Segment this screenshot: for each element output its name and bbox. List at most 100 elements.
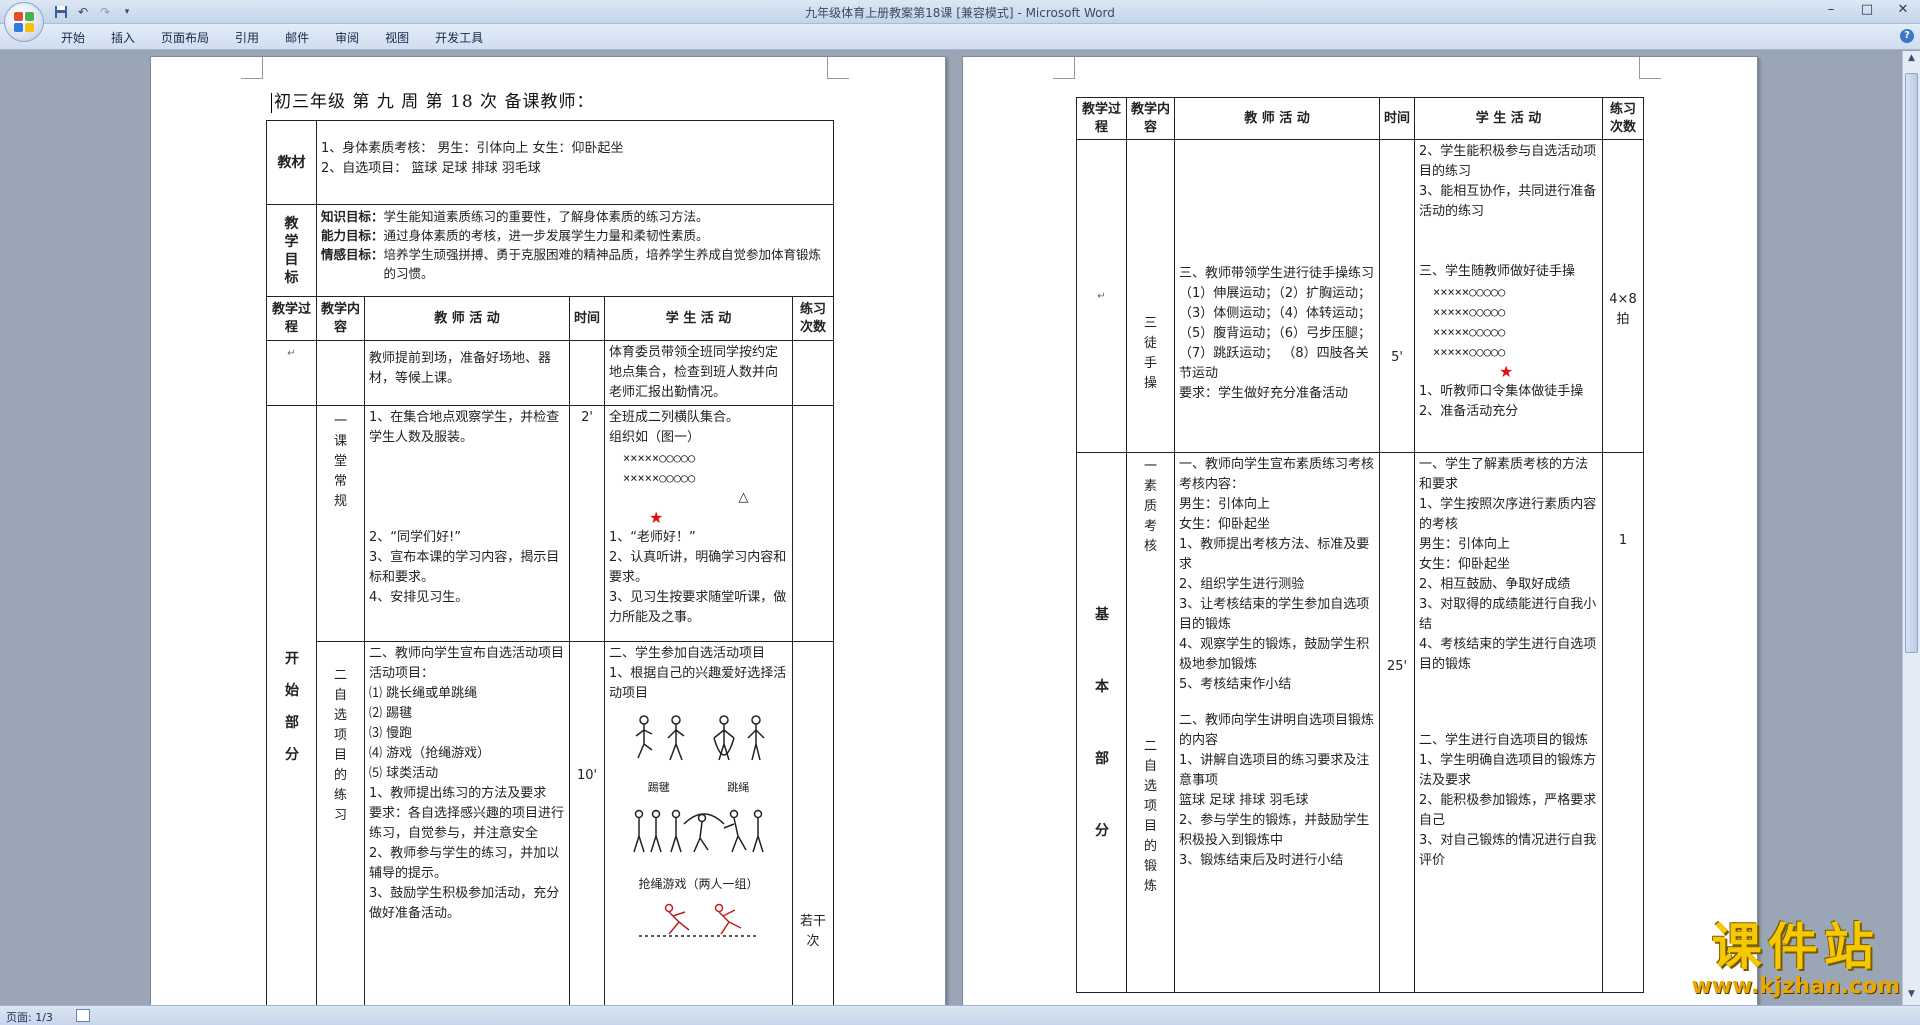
running-illustration xyxy=(638,903,759,937)
office-button[interactable] xyxy=(4,2,44,42)
teacher-line: 3、让考核结束的学生参加自选项目的锻炼 xyxy=(1179,597,1370,632)
lesson-plan-table: 教学过程 教学内容 教 师 活 动 时间 学 生 活 动 练习次数 ↵ 教师提前… xyxy=(266,296,834,1005)
page-indicator[interactable]: 页面: 1/3 xyxy=(6,1009,53,1025)
teacher-line: 2、“同学们好!” xyxy=(369,530,461,545)
cell: ↵ xyxy=(1076,139,1127,453)
document-page-2: 教学过程 教学内容 教 师 活 动 时间 学 生 活 动 练习次数 ↵ 三徒手操… xyxy=(962,56,1758,1005)
student-line: 2、学生能积极参与自选活动项目的练习 xyxy=(1419,144,1597,179)
student-activity: 2、学生能积极参与自选活动项目的练习 3、能相互协作，共同进行准备活动的练习 三… xyxy=(1414,139,1603,453)
teacher-line: ⑸ 球类活动 xyxy=(369,766,439,781)
col-header: 教 师 活 动 xyxy=(1174,97,1380,140)
rope-game-illustration xyxy=(632,809,764,853)
mubiao-cell: 知识目标：学生能知道素质练习的重要性，了解身体素质的练习方法。 能力目标：通过身… xyxy=(316,204,834,297)
student-line: 一、学生了解素质考核的方法和要求 xyxy=(1419,457,1589,492)
teacher-activity: 一、教师向学生宣布素质练习考核 考核内容： 男生：引体向上 女生：仰卧起坐 1、… xyxy=(1174,452,1380,993)
goal-label: 能力目标： xyxy=(321,228,384,243)
formation-row: ×××××○○○○○ xyxy=(1433,285,1506,299)
times-cell: 若干次 xyxy=(792,641,834,1005)
col-header: 练习次数 xyxy=(792,296,834,341)
ribbon: 开始 插入 页面布局 引用 邮件 审阅 视图 开发工具 ? xyxy=(0,24,1920,50)
col-header: 学 生 活 动 xyxy=(604,296,793,341)
teacher-line: 3、宣布本课的学习内容，揭示目标和要求。 xyxy=(369,550,560,585)
site-watermark: 课件站 www.kjzhan.com xyxy=(1691,919,1900,999)
star-icon: ★ xyxy=(1499,362,1514,381)
teacher-line: 2、教师参与学生的练习，并加以辅导的提示。 xyxy=(369,846,560,881)
teacher-line: （5）腹背运动；（6）弓步压腿； xyxy=(1179,326,1372,341)
student-line: 3、见习生按要求随堂听课，做力所能及之事。 xyxy=(609,590,787,625)
window-controls: – □ ✕ xyxy=(1820,2,1914,17)
close-icon[interactable]: ✕ xyxy=(1892,2,1914,17)
part-label: 基本部分 xyxy=(1076,452,1127,993)
col-header: 练习次数 xyxy=(1602,97,1644,140)
student-activity: 二、学生参加自选活动项目 1、根据自己的兴趣爱好选择活动项目 踢毽 跳绳 抢绳游… xyxy=(604,641,793,1005)
teacher-line: 要求：各自选择感兴趣的项目进行练习，自觉参与，并注意安全 xyxy=(369,806,565,841)
time-cell: 2' xyxy=(569,405,605,642)
cell: ↵ xyxy=(266,340,317,406)
ribbon-tabs: 开始 插入 页面布局 引用 邮件 审阅 视图 开发工具 xyxy=(48,29,496,46)
teacher-line: 考核内容： xyxy=(1179,477,1245,492)
document-area[interactable]: 初三年级 第 九 周 第 18 次 备课教师： 教材 1、身体素质考核： 男生：… xyxy=(0,51,1902,1005)
time-cell: 5' xyxy=(1379,139,1415,453)
times-cell: 4×8拍 xyxy=(1602,139,1644,453)
cell xyxy=(569,340,605,406)
jiaocai-cell: 1、身体素质考核： 男生：引体向上 女生：仰卧起坐 2、自选项目： 篮球 足球 … xyxy=(316,120,834,205)
teacher-line: ⑵ 踢毽 xyxy=(369,706,413,721)
teacher-line: 3、锻炼结束后及时进行小结 xyxy=(1179,853,1344,868)
caption: 踢毽 xyxy=(647,781,670,794)
cell xyxy=(316,340,365,406)
scroll-thumb[interactable] xyxy=(1905,73,1918,653)
scroll-up-icon[interactable]: ▲ xyxy=(1905,53,1918,67)
content-label: 一素质考核 二自选项目的锻炼 xyxy=(1126,452,1175,993)
teacher-line: 5、考核结束作小结 xyxy=(1179,677,1292,692)
formation-row: ×××××○○○○○ xyxy=(623,451,696,465)
tab-home[interactable]: 开始 xyxy=(48,29,98,46)
student-line: 2、准备活动充分 xyxy=(1419,404,1519,419)
content-label: 二自选项目的练习 xyxy=(316,641,365,1005)
maximize-icon[interactable]: □ xyxy=(1856,2,1878,17)
teacher-line: 活动项目： xyxy=(369,666,435,681)
proofing-icon[interactable] xyxy=(76,1009,90,1022)
status-bar: 页面: 1/3 xyxy=(0,1005,1920,1025)
title-bar: ↶ ↷ ▾ 九年级体育上册教案第18课 [兼容模式] - Microsoft W… xyxy=(0,0,1920,42)
vertical-scrollbar[interactable]: ▲ ▼ xyxy=(1902,51,1920,1005)
goal-text: 学生能知道素质练习的重要性，了解身体素质的练习方法。 xyxy=(383,209,709,224)
tab-page-layout[interactable]: 页面布局 xyxy=(148,29,222,46)
lesson-plan-table-top: 教材 1、身体素质考核： 男生：引体向上 女生：仰卧起坐 2、自选项目： 篮球 … xyxy=(266,120,834,297)
content-text: 二自选项目的锻炼 xyxy=(1143,739,1157,894)
col-header: 教学过程 xyxy=(266,296,317,341)
jiaocai-line: 1、身体素质考核： 男生：引体向上 女生：仰卧起坐 xyxy=(321,141,624,156)
student-line: 3、能相互协作，共同进行准备活动的练习 xyxy=(1419,184,1597,219)
help-icon[interactable]: ? xyxy=(1900,29,1914,43)
content-label: 一课堂常规 xyxy=(316,405,365,642)
col-header: 教学过程 xyxy=(1076,97,1127,140)
content-text: 一素质考核 xyxy=(1143,459,1157,554)
scroll-down-icon[interactable]: ▼ xyxy=(1905,989,1918,1003)
teacher-line: （7）跳跃运动； （8）四肢各关节运动 xyxy=(1179,346,1369,381)
student-line: 女生：仰卧起坐 xyxy=(1419,557,1511,572)
tab-developer[interactable]: 开发工具 xyxy=(422,29,496,46)
formation-row: ×××××○○○○○ xyxy=(1433,345,1506,359)
tab-references[interactable]: 引用 xyxy=(222,29,272,46)
times-cell: 1 xyxy=(1602,452,1644,993)
student-line: 1、学生按照次序进行素质内容的考核 xyxy=(1419,497,1597,532)
formation-row: ×××××○○○○○ xyxy=(623,471,696,485)
student-line: 2、能积极参加锻炼，严格要求自己 xyxy=(1419,793,1597,828)
student-activity: 一、学生了解素质考核的方法和要求 1、学生按照次序进行素质内容的考核 男生：引体… xyxy=(1414,452,1603,993)
student-line: 三、学生随教师做好徒手操 xyxy=(1419,264,1576,279)
student-line: 组织如（图一） xyxy=(609,430,701,445)
content-label: 三徒手操 xyxy=(1126,139,1175,453)
star-icon: ★ xyxy=(649,508,664,527)
minimize-icon[interactable]: – xyxy=(1820,2,1842,17)
col-header: 教学内容 xyxy=(1126,97,1175,140)
teacher-line: 4、安排见习生。 xyxy=(369,590,469,605)
student-line: 3、对自己锻炼的情况进行自我评价 xyxy=(1419,833,1597,868)
mubiao-label: 教学目标 xyxy=(266,204,317,297)
tab-insert[interactable]: 插入 xyxy=(98,29,148,46)
teacher-line: ⑷ 游戏（抢绳游戏） xyxy=(369,746,491,761)
tab-view[interactable]: 视图 xyxy=(372,29,422,46)
tab-review[interactable]: 审阅 xyxy=(322,29,372,46)
student-line: 男生：引体向上 xyxy=(1419,537,1511,552)
teacher-line: （1）伸展运动；（2）扩胸运动； xyxy=(1179,286,1372,301)
student-activity: 全班成二列横队集合。 组织如（图一） ×××××○○○○○ ×××××○○○○○… xyxy=(604,405,793,642)
tab-mailings[interactable]: 邮件 xyxy=(272,29,322,46)
